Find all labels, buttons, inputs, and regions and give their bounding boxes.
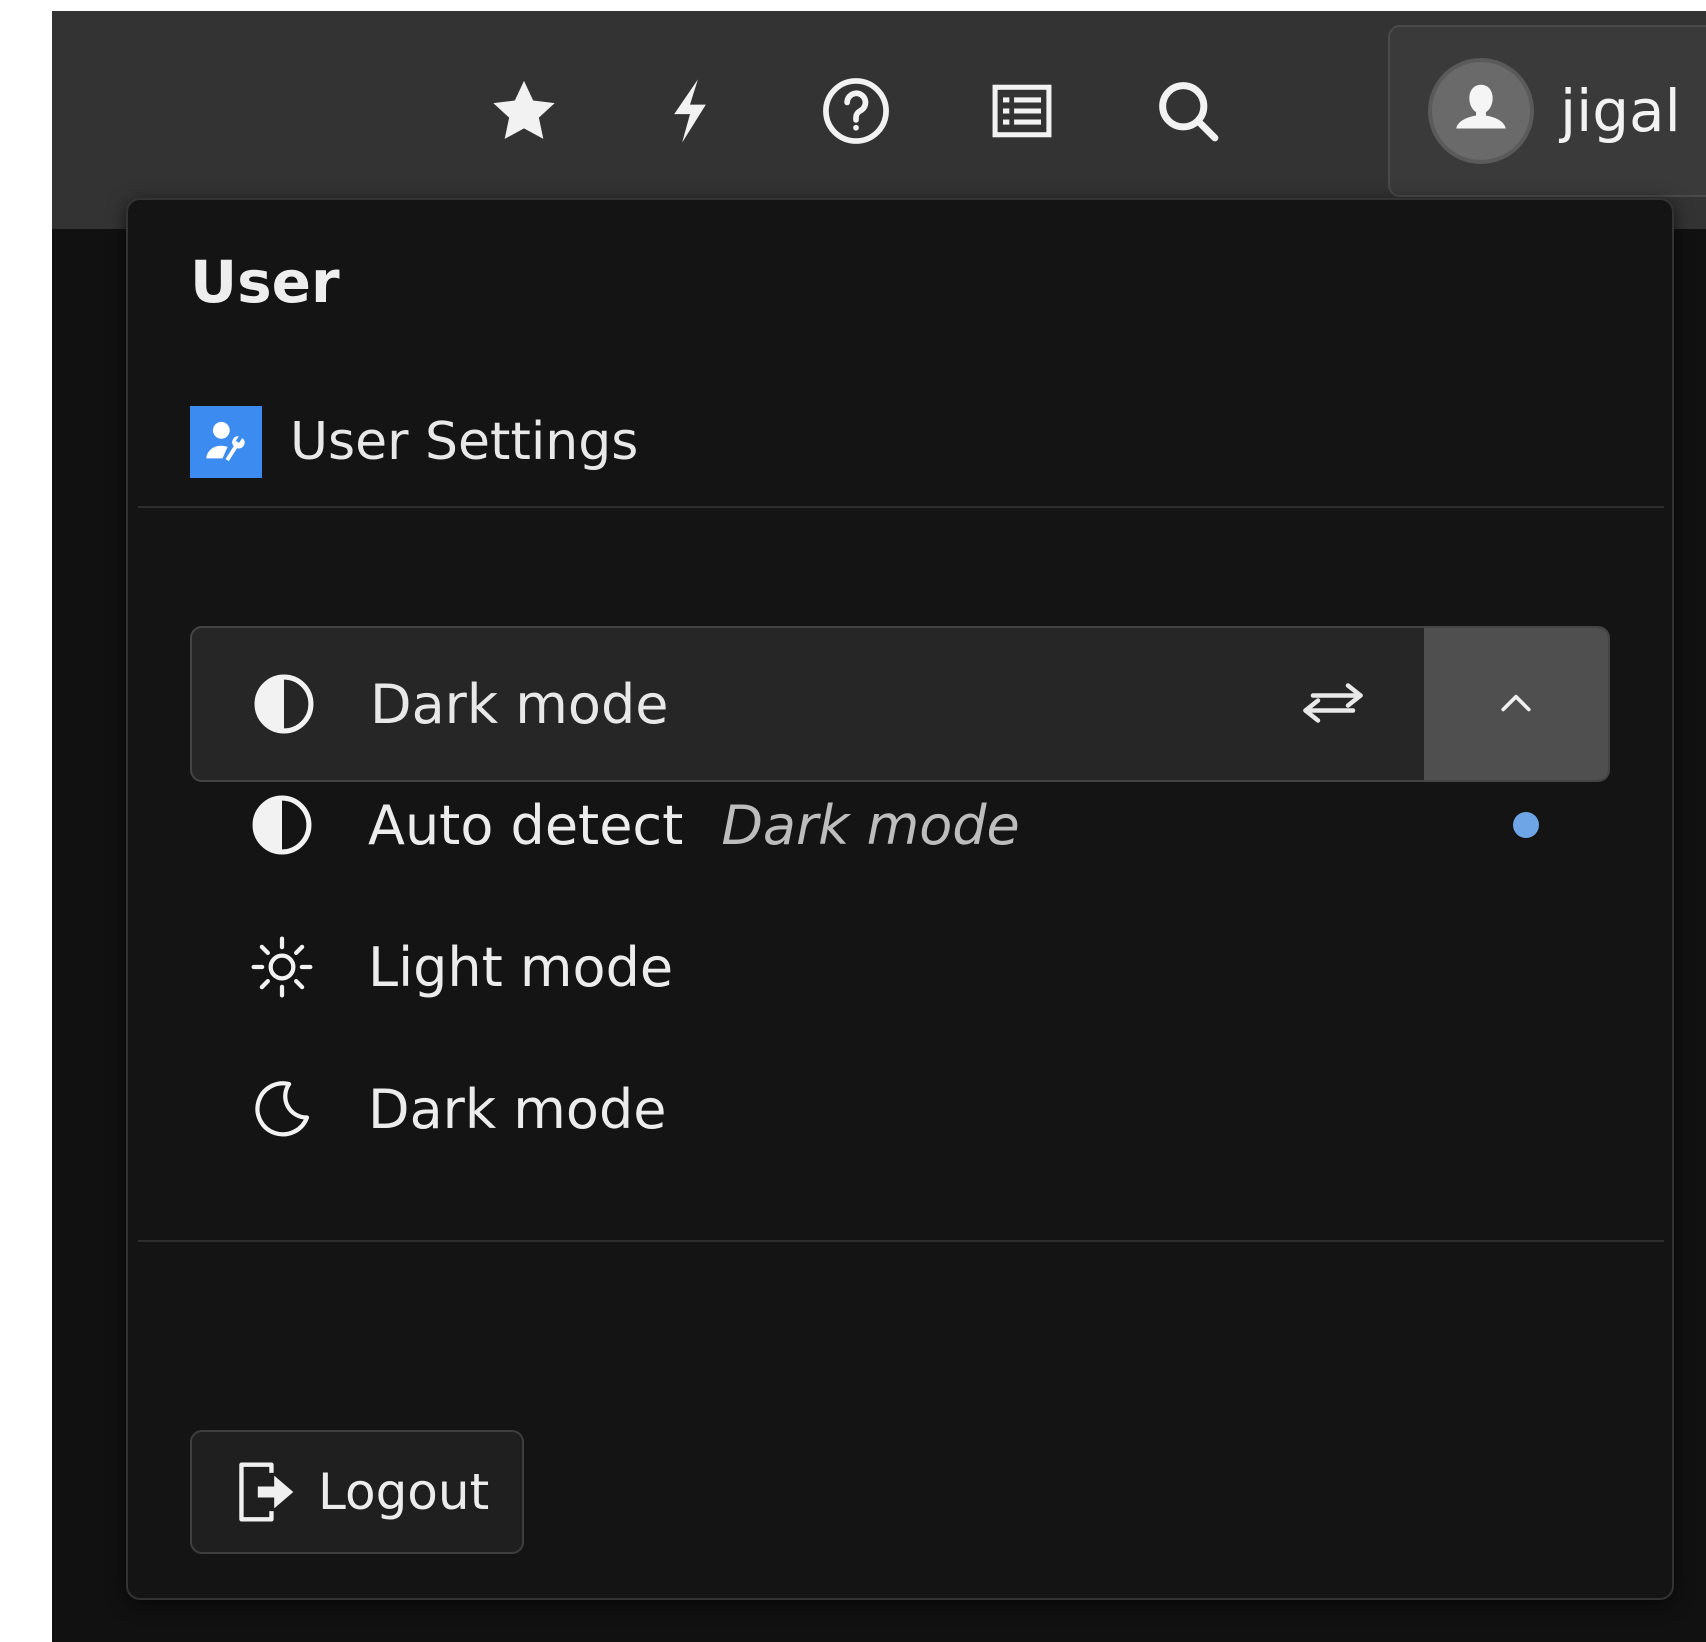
sun-icon <box>248 933 316 1001</box>
top-toolbar: jigal <box>52 11 1706 229</box>
user-menu-button[interactable]: jigal <box>1388 25 1706 197</box>
theme-option-label: Dark mode <box>368 1077 667 1141</box>
logout-label: Logout <box>318 1463 490 1521</box>
swap-arrows-icon <box>1303 683 1363 723</box>
contrast-icon <box>250 670 318 738</box>
theme-option-label: Auto detect <box>368 793 684 857</box>
moon-icon <box>248 1075 316 1143</box>
theme-option-dark[interactable]: Dark mode <box>248 1054 1548 1164</box>
star-icon[interactable] <box>482 69 566 153</box>
list-icon[interactable] <box>980 69 1064 153</box>
user-name: jigal <box>1560 77 1681 145</box>
search-icon[interactable] <box>1146 69 1230 153</box>
user-settings-icon <box>190 406 262 478</box>
theme-current[interactable]: Dark mode <box>192 628 1424 780</box>
theme-option-auto[interactable]: Auto detect Dark mode <box>248 770 1548 880</box>
divider <box>138 1240 1664 1242</box>
user-settings-link[interactable]: User Settings <box>190 406 638 478</box>
help-icon[interactable] <box>814 69 898 153</box>
theme-option-label: Light mode <box>368 935 674 999</box>
selected-indicator <box>1513 812 1539 838</box>
chevron-up-icon <box>1501 694 1531 712</box>
divider <box>138 506 1664 508</box>
user-settings-label: User Settings <box>290 412 639 472</box>
theme-option-hint: Dark mode <box>721 793 1020 857</box>
logout-icon <box>239 1462 294 1522</box>
theme-selector[interactable]: Dark mode <box>190 626 1610 782</box>
contrast-icon <box>248 791 316 859</box>
user-avatar-icon <box>1428 58 1534 164</box>
theme-current-label: Dark mode <box>370 672 669 736</box>
bolt-icon[interactable] <box>648 69 732 153</box>
logout-button[interactable]: Logout <box>190 1430 524 1554</box>
theme-collapse-button[interactable] <box>1424 628 1608 780</box>
theme-option-light[interactable]: Light mode <box>248 912 1548 1022</box>
menu-title: User <box>190 248 340 316</box>
user-menu-dropdown: User User Settings Dark mode Auto detect… <box>126 198 1674 1600</box>
